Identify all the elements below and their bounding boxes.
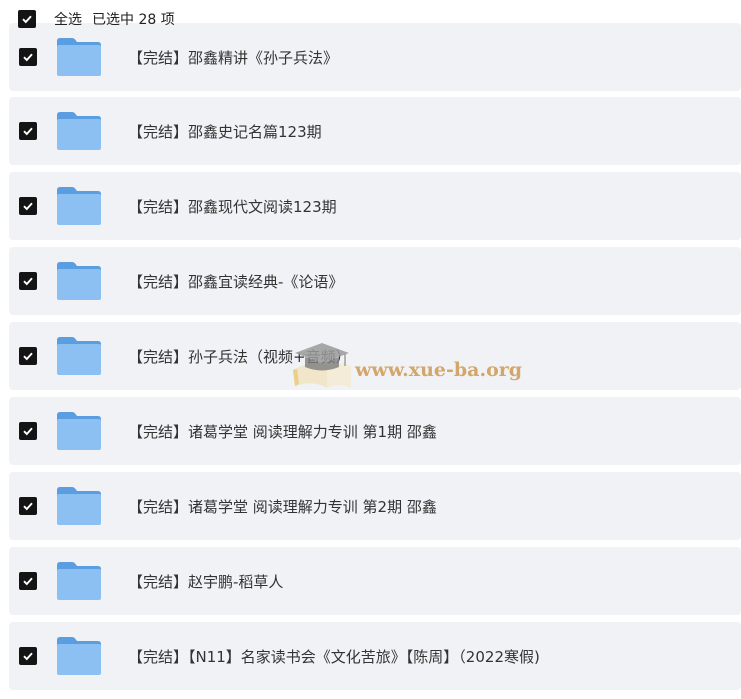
row-checkbox[interactable]	[19, 48, 37, 66]
file-name[interactable]: 【完结】邵鑫宜读经典-《论语》	[128, 271, 343, 292]
row-checkbox[interactable]	[19, 272, 37, 290]
file-row[interactable]: 【完结】孙子兵法（视频+音频）	[9, 322, 741, 390]
checkmark-icon	[23, 577, 33, 586]
row-checkbox[interactable]	[19, 122, 37, 140]
checkmark-icon	[23, 202, 33, 211]
file-name[interactable]: 【完结】赵宇鹏-稻草人	[128, 571, 283, 592]
file-selection-page: 【完结】邵鑫精讲《孙子兵法》 【完结】邵鑫史记名篇123期 【完结】邵鑫现代文阅…	[0, 0, 741, 699]
row-checkbox[interactable]	[19, 347, 37, 365]
file-row[interactable]: 【完结】邵鑫史记名篇123期	[9, 97, 741, 165]
checkmark-icon	[23, 352, 33, 361]
folder-icon	[57, 38, 101, 76]
file-row[interactable]: 【完结】邵鑫现代文阅读123期	[9, 172, 741, 240]
file-name[interactable]: 【完结】邵鑫现代文阅读123期	[128, 196, 337, 217]
checkmark-icon	[23, 652, 33, 661]
folder-icon	[57, 562, 101, 600]
select-all-label[interactable]: 全选	[54, 9, 82, 29]
file-row[interactable]: 【完结】诸葛学堂 阅读理解力专训 第1期 邵鑫	[9, 397, 741, 465]
folder-icon	[57, 412, 101, 450]
file-name[interactable]: 【完结】诸葛学堂 阅读理解力专训 第2期 邵鑫	[128, 496, 437, 517]
file-name[interactable]: 【完结】邵鑫史记名篇123期	[128, 121, 322, 142]
checkmark-icon	[23, 427, 33, 436]
folder-icon	[57, 262, 101, 300]
folder-icon	[57, 187, 101, 225]
row-checkbox[interactable]	[19, 497, 37, 515]
checkmark-icon	[23, 53, 33, 62]
file-row[interactable]: 【完结】邵鑫宜读经典-《论语》	[9, 247, 741, 315]
checkmark-icon	[22, 15, 32, 24]
file-row[interactable]: 【完结】【N11】名家读书会《文化苦旅》【陈周】（2022寒假)	[9, 622, 741, 690]
folder-icon	[57, 112, 101, 150]
select-all-checkbox[interactable]	[18, 10, 36, 28]
file-row[interactable]: 【完结】赵宇鹏-稻草人	[9, 547, 741, 615]
row-checkbox[interactable]	[19, 647, 37, 665]
file-name[interactable]: 【完结】【N11】名家读书会《文化苦旅》【陈周】（2022寒假)	[128, 646, 540, 667]
file-name[interactable]: 【完结】孙子兵法（视频+音频）	[128, 346, 351, 367]
selected-count: 已选中 28 项	[92, 12, 175, 28]
file-name[interactable]: 【完结】诸葛学堂 阅读理解力专训 第1期 邵鑫	[128, 421, 437, 442]
row-checkbox[interactable]	[19, 422, 37, 440]
file-row[interactable]: 【完结】邵鑫精讲《孙子兵法》	[9, 23, 741, 91]
row-checkbox[interactable]	[19, 572, 37, 590]
checkmark-icon	[23, 277, 33, 286]
select-all-bar: 全选 已选中 28 项	[18, 8, 175, 30]
folder-icon	[57, 637, 101, 675]
file-name[interactable]: 【完结】邵鑫精讲《孙子兵法》	[128, 47, 338, 68]
checkmark-icon	[23, 127, 33, 136]
folder-icon	[57, 487, 101, 525]
folder-icon	[57, 337, 101, 375]
checkmark-icon	[23, 502, 33, 511]
file-row[interactable]: 【完结】诸葛学堂 阅读理解力专训 第2期 邵鑫	[9, 472, 741, 540]
row-checkbox[interactable]	[19, 197, 37, 215]
